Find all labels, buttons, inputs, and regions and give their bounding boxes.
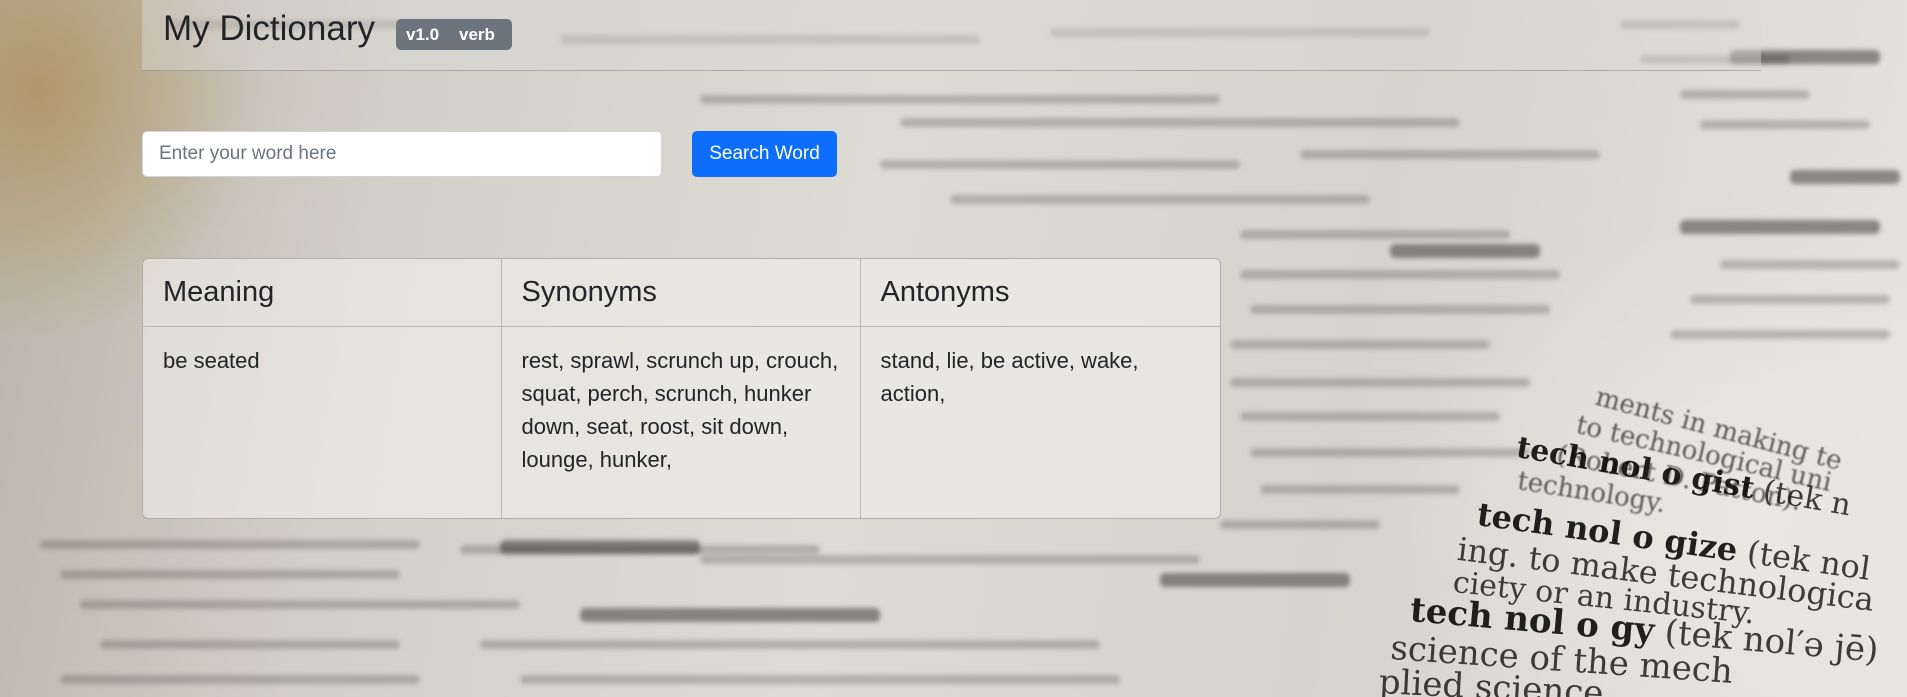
synonyms-header: Synonyms: [501, 259, 861, 327]
word-search-input[interactable]: [142, 131, 662, 177]
results-table: Meaning Synonyms Antonyms be seated rest…: [142, 258, 1221, 519]
synonyms-cell: rest, sprawl, scrunch up, crouch, squat,…: [501, 326, 861, 518]
version-badge: v1.0 verb: [396, 19, 512, 50]
navbar: My Dictionary v1.0 verb: [142, 0, 1761, 71]
meaning-cell: be seated: [143, 326, 502, 518]
part-of-speech-label: verb: [459, 25, 495, 44]
search-word-button[interactable]: Search Word: [692, 131, 837, 177]
table-header-row: Meaning Synonyms Antonyms: [143, 259, 1220, 327]
version-label: v1.0: [406, 25, 440, 44]
meaning-header: Meaning: [143, 259, 502, 327]
antonyms-cell: stand, lie, be active, wake, action,: [880, 348, 1139, 406]
app-title[interactable]: My Dictionary: [163, 8, 375, 50]
table-row: be seated rest, sprawl, scrunch up, crou…: [143, 326, 1220, 518]
antonyms-header: Antonyms: [860, 259, 1220, 327]
